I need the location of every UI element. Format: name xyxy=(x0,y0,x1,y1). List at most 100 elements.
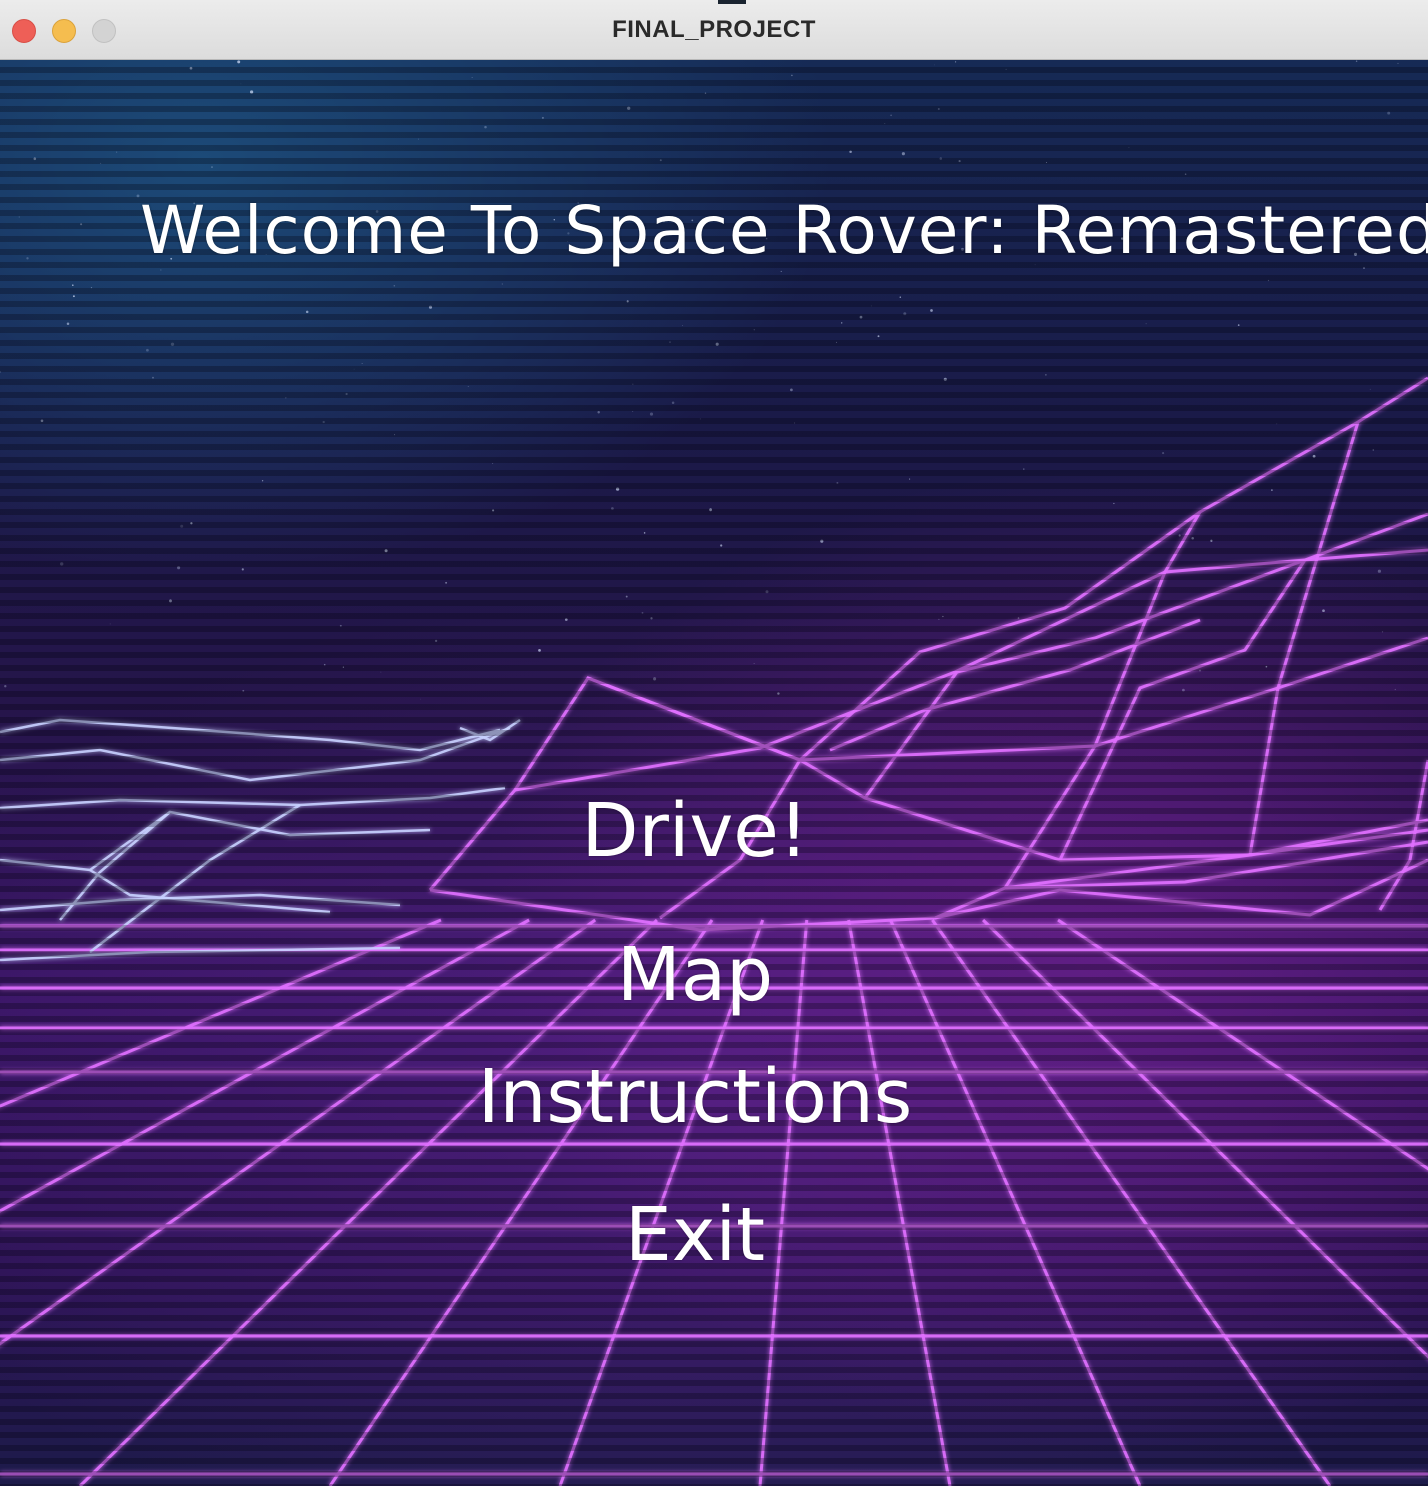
star xyxy=(937,108,940,110)
star xyxy=(116,151,118,153)
star xyxy=(611,507,614,510)
star xyxy=(939,157,943,160)
star xyxy=(417,138,419,140)
star xyxy=(66,322,70,326)
star xyxy=(836,341,837,343)
map-button[interactable]: Map xyxy=(0,932,1390,1018)
star xyxy=(345,392,348,396)
star xyxy=(659,159,662,162)
star xyxy=(323,663,326,666)
star xyxy=(1184,173,1187,175)
star xyxy=(445,581,448,584)
star xyxy=(492,509,495,512)
game-canvas[interactable]: Welcome To Space Rover: Remastered Drive… xyxy=(0,60,1428,1486)
star xyxy=(1381,631,1384,633)
star xyxy=(653,677,657,681)
star xyxy=(641,611,644,614)
title-bar[interactable]: FINAL_PROJECT xyxy=(0,0,1428,60)
star xyxy=(1322,609,1325,613)
star xyxy=(715,342,719,346)
star xyxy=(877,335,880,338)
star xyxy=(18,216,20,218)
star xyxy=(242,689,245,692)
star xyxy=(1210,539,1213,542)
star xyxy=(765,590,769,594)
star xyxy=(671,401,675,405)
star xyxy=(1312,454,1316,458)
star xyxy=(901,152,905,156)
star xyxy=(1271,489,1273,491)
star xyxy=(870,305,872,307)
star xyxy=(1145,323,1147,325)
star xyxy=(40,419,44,423)
star xyxy=(625,595,628,598)
star xyxy=(177,566,181,570)
star xyxy=(564,618,568,621)
star xyxy=(942,615,944,618)
star xyxy=(859,315,863,319)
star xyxy=(1017,617,1020,619)
exit-button[interactable]: Exit xyxy=(0,1192,1390,1278)
star xyxy=(699,418,701,420)
star xyxy=(682,325,683,326)
star xyxy=(339,624,342,627)
star xyxy=(492,463,494,464)
star xyxy=(1191,536,1194,540)
star xyxy=(434,639,438,643)
star xyxy=(384,549,388,553)
star xyxy=(1355,60,1358,62)
star xyxy=(322,420,325,424)
star xyxy=(1005,68,1007,70)
star xyxy=(1372,449,1375,451)
star xyxy=(780,270,782,272)
star xyxy=(709,508,712,512)
star xyxy=(60,562,64,566)
star xyxy=(903,312,907,316)
star xyxy=(72,295,75,298)
star xyxy=(627,106,631,110)
star xyxy=(100,162,102,164)
star xyxy=(0,370,2,373)
star xyxy=(1276,423,1278,425)
star xyxy=(170,342,175,346)
star xyxy=(849,150,852,154)
star xyxy=(72,284,74,286)
star xyxy=(394,434,396,436)
star xyxy=(109,623,111,625)
star xyxy=(1199,669,1201,672)
drive-button[interactable]: Drive! xyxy=(0,788,1390,874)
star xyxy=(190,522,193,525)
star xyxy=(541,116,544,119)
star xyxy=(361,362,363,364)
star xyxy=(632,411,634,413)
star xyxy=(160,269,162,271)
star xyxy=(393,284,396,287)
star xyxy=(597,410,600,414)
star xyxy=(305,310,309,314)
star xyxy=(1267,279,1270,282)
star xyxy=(538,649,541,652)
star xyxy=(261,480,264,482)
star xyxy=(501,283,503,285)
star xyxy=(938,618,940,621)
star xyxy=(632,383,634,385)
star xyxy=(1394,688,1396,691)
star xyxy=(1182,688,1185,692)
star xyxy=(615,487,620,491)
star xyxy=(1162,452,1165,455)
star xyxy=(955,61,957,63)
star xyxy=(841,322,843,324)
app-window: FINAL_PROJECT Welcome To Space Rover: Re… xyxy=(0,0,1428,1486)
star xyxy=(1178,534,1181,537)
star xyxy=(240,83,242,85)
instructions-button[interactable]: Instructions xyxy=(0,1054,1390,1140)
star xyxy=(380,671,382,673)
star xyxy=(909,478,911,480)
star xyxy=(90,286,93,289)
camera-notch xyxy=(718,0,746,4)
star xyxy=(884,123,886,125)
star xyxy=(890,114,892,117)
game-title: Welcome To Space Rover: Remastered xyxy=(140,192,1428,269)
star xyxy=(241,568,244,571)
star xyxy=(943,377,947,381)
